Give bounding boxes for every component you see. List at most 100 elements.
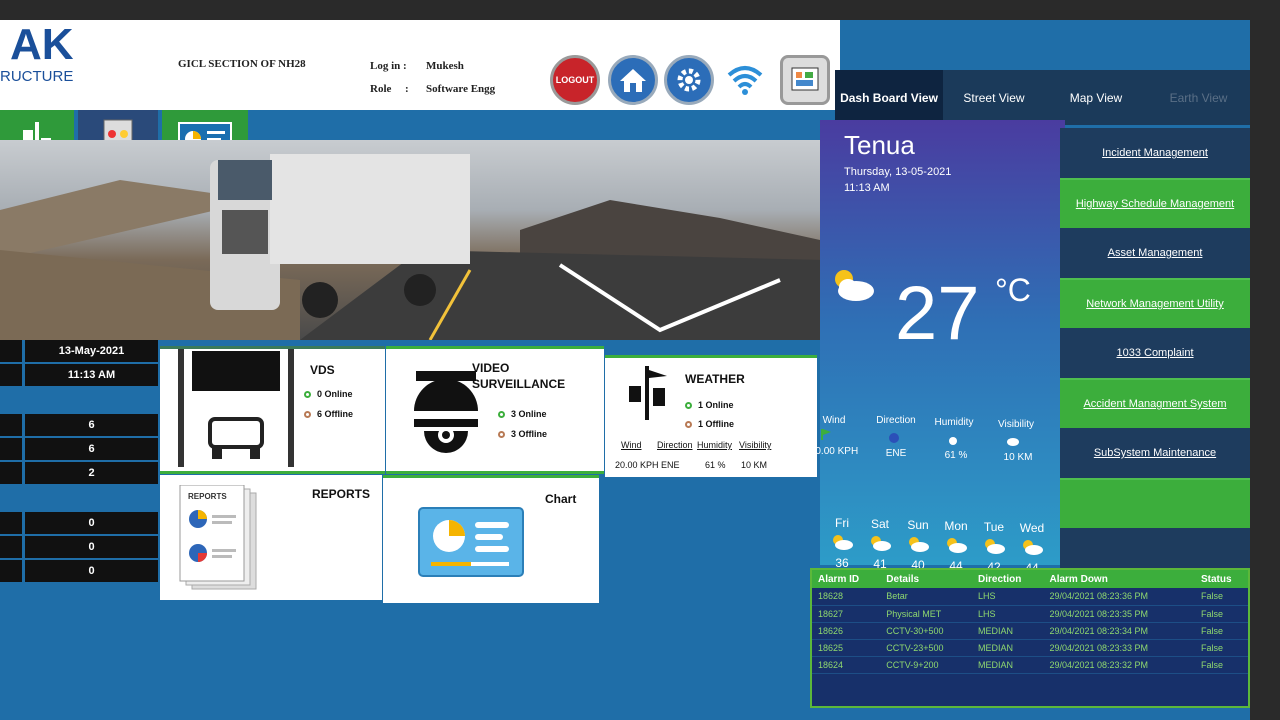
alarm-cell: False — [1194, 605, 1248, 623]
forecast-day: Sat — [870, 517, 889, 531]
alarm-cell: False — [1194, 588, 1248, 606]
chart-tile[interactable]: Chart — [383, 475, 599, 603]
menu-item[interactable]: Asset Management — [1060, 228, 1250, 278]
stat-value: 6 — [25, 414, 158, 436]
stat-row: 6 — [0, 414, 158, 436]
header-bar: AK RUCTURE GICL SECTION OF NH28 Log in :… — [0, 20, 840, 110]
weather-value-direction: ENE — [661, 460, 680, 470]
home-button[interactable] — [608, 55, 658, 105]
stat-date-row: 13-May-2021 — [0, 340, 158, 362]
alarm-column-header[interactable]: Status — [1194, 570, 1248, 588]
weather-station-icon — [629, 366, 667, 420]
forecast-day: Tue — [983, 520, 1005, 534]
company-logo: AK RUCTURE — [0, 20, 100, 90]
section-title: GICL SECTION OF NH28 — [178, 58, 306, 70]
wind-value: 20.00 KPH — [809, 446, 859, 457]
dashboard-screen: AK RUCTURE GICL SECTION OF NH28 Log in :… — [0, 20, 1250, 720]
login-label: Log in : — [370, 60, 407, 72]
forecast-day: Mon — [944, 519, 968, 533]
forecast-weather-icon — [947, 538, 967, 553]
visibility-label: Visibility — [998, 419, 1034, 430]
alarm-cell: CCTV-23+500 — [880, 639, 972, 657]
alarm-row[interactable]: 18627 Physical MET LHS 29/04/2021 08:23:35 … — [812, 605, 1248, 623]
stat-value: 0 — [25, 560, 158, 582]
forecast-day: Wed — [1019, 521, 1045, 535]
menu-item[interactable]: Network Management Utility — [1060, 278, 1250, 328]
stat-value: 6 — [25, 438, 158, 460]
tab-dashboard-view[interactable]: Dash Board View — [835, 70, 943, 125]
forecast-weather-icon — [871, 536, 891, 551]
stat-row: 2 — [0, 462, 158, 484]
logo-text: AK — [10, 20, 74, 69]
weather-unit: °C — [995, 272, 1031, 308]
weather-widget: Tenua Thursday, 13-05-2021 11:13 AM 27 °… — [810, 120, 1065, 575]
alarm-row[interactable]: 18624 CCTV-9+200 MEDIAN 29/04/2021 08:23:32… — [812, 656, 1248, 674]
alarm-column-header[interactable]: Alarm Down — [1043, 570, 1195, 588]
alarm-row[interactable]: 18626 CCTV-30+500 MEDIAN 29/04/2021 08:23:3… — [812, 622, 1248, 640]
stat-row: 0 — [0, 512, 158, 534]
menu-item[interactable]: Highway Schedule Management — [1060, 178, 1250, 228]
alarm-cell: CCTV-30+500 — [880, 622, 972, 640]
logo-subtext: RUCTURE — [0, 68, 74, 85]
reports-title: REPORTS — [312, 487, 371, 501]
alarm-row[interactable]: 18625 CCTV-23+500 MEDIAN 29/04/2021 08:23:3… — [812, 639, 1248, 657]
module-menu: Incident Management Highway Schedule Mana… — [1060, 128, 1250, 568]
monitor-button[interactable] — [780, 55, 830, 105]
forecast-weather-icon — [1023, 540, 1043, 555]
tab-map-view[interactable]: Map View — [1045, 70, 1147, 125]
stat-value: 2 — [25, 462, 158, 484]
weather-header-direction: Direction — [657, 440, 693, 450]
forecast-weather-icon — [909, 537, 929, 552]
menu-item[interactable]: SubSystem Maintenance — [1060, 428, 1250, 478]
forecast-weather-icon — [833, 535, 853, 550]
video-surveillance-tile[interactable]: VIDEO SURVEILLANCE 3 Online 3 Offline — [386, 346, 604, 474]
view-tabs: Dash Board View Street View Map View Ear… — [835, 70, 1250, 125]
chart-monitor-icon — [418, 507, 524, 577]
alarm-cell: MEDIAN — [971, 639, 1044, 657]
weather-tile[interactable]: WEATHER 1 Online 1 Offline Wind Directio… — [605, 355, 817, 477]
settings-button[interactable] — [664, 55, 714, 105]
wind-label: Wind — [822, 415, 846, 426]
visibility-value: 10 KM — [1003, 452, 1033, 463]
stat-time: 11:13 AM — [25, 364, 158, 386]
chart-title: Chart — [545, 492, 577, 506]
forecast-day: Fri — [835, 516, 849, 530]
logout-button[interactable]: LOGOUT — [550, 55, 600, 105]
menu-item[interactable] — [1060, 478, 1250, 528]
vds-offline: 6 Offline — [304, 409, 353, 419]
menu-item[interactable]: Incident Management — [1060, 128, 1250, 178]
forecast-weather-icon — [985, 539, 1005, 554]
video-offline: 3 Offline — [498, 429, 547, 439]
video-title-line1: VIDEO — [472, 361, 510, 375]
weather-time: 11:13 AM — [844, 182, 890, 194]
stat-row: 0 — [0, 536, 158, 558]
banner-image — [0, 140, 825, 340]
alarm-cell: False — [1194, 622, 1248, 640]
vds-tile[interactable]: VDS 0 Online 6 Offline — [160, 346, 385, 474]
alarm-column-header[interactable]: Details — [880, 570, 972, 588]
vds-gantry-icon — [178, 349, 294, 467]
direction-label: Direction — [876, 415, 916, 426]
compass-icon — [889, 433, 899, 443]
alarm-cell: 18627 — [812, 605, 881, 623]
alarm-cell: CCTV-9+200 — [880, 656, 972, 674]
alarm-cell: 29/04/2021 08:23:33 PM — [1043, 639, 1195, 657]
alarm-cell: 18628 — [812, 588, 881, 606]
weather-value-humidity: 61 % — [705, 460, 726, 470]
login-user: Mukesh — [426, 60, 464, 72]
alarm-cell: False — [1194, 656, 1248, 674]
alarm-cell: MEDIAN — [971, 656, 1044, 674]
menu-item[interactable]: Accident Managment System — [1060, 378, 1250, 428]
menu-item[interactable]: 1033 Complaint — [1060, 328, 1250, 378]
truck-highway-picture — [0, 154, 825, 340]
alarm-row[interactable]: 18628 Betar LHS 29/04/2021 08:23:36 PM False — [812, 588, 1248, 606]
reports-tile[interactable]: REPORTS REPORTS — [160, 475, 382, 600]
tab-street-view[interactable]: Street View — [943, 70, 1045, 125]
role-label: Role — [370, 83, 392, 95]
alarm-column-header[interactable]: Alarm ID — [812, 570, 881, 588]
humidity-value: 61 % — [944, 450, 968, 461]
alarm-column-header[interactable]: Direction — [971, 570, 1044, 588]
stat-time-row: 11:13 AM — [0, 364, 158, 386]
wifi-button[interactable] — [720, 55, 770, 105]
tab-earth-view[interactable]: Earth View — [1147, 70, 1250, 125]
